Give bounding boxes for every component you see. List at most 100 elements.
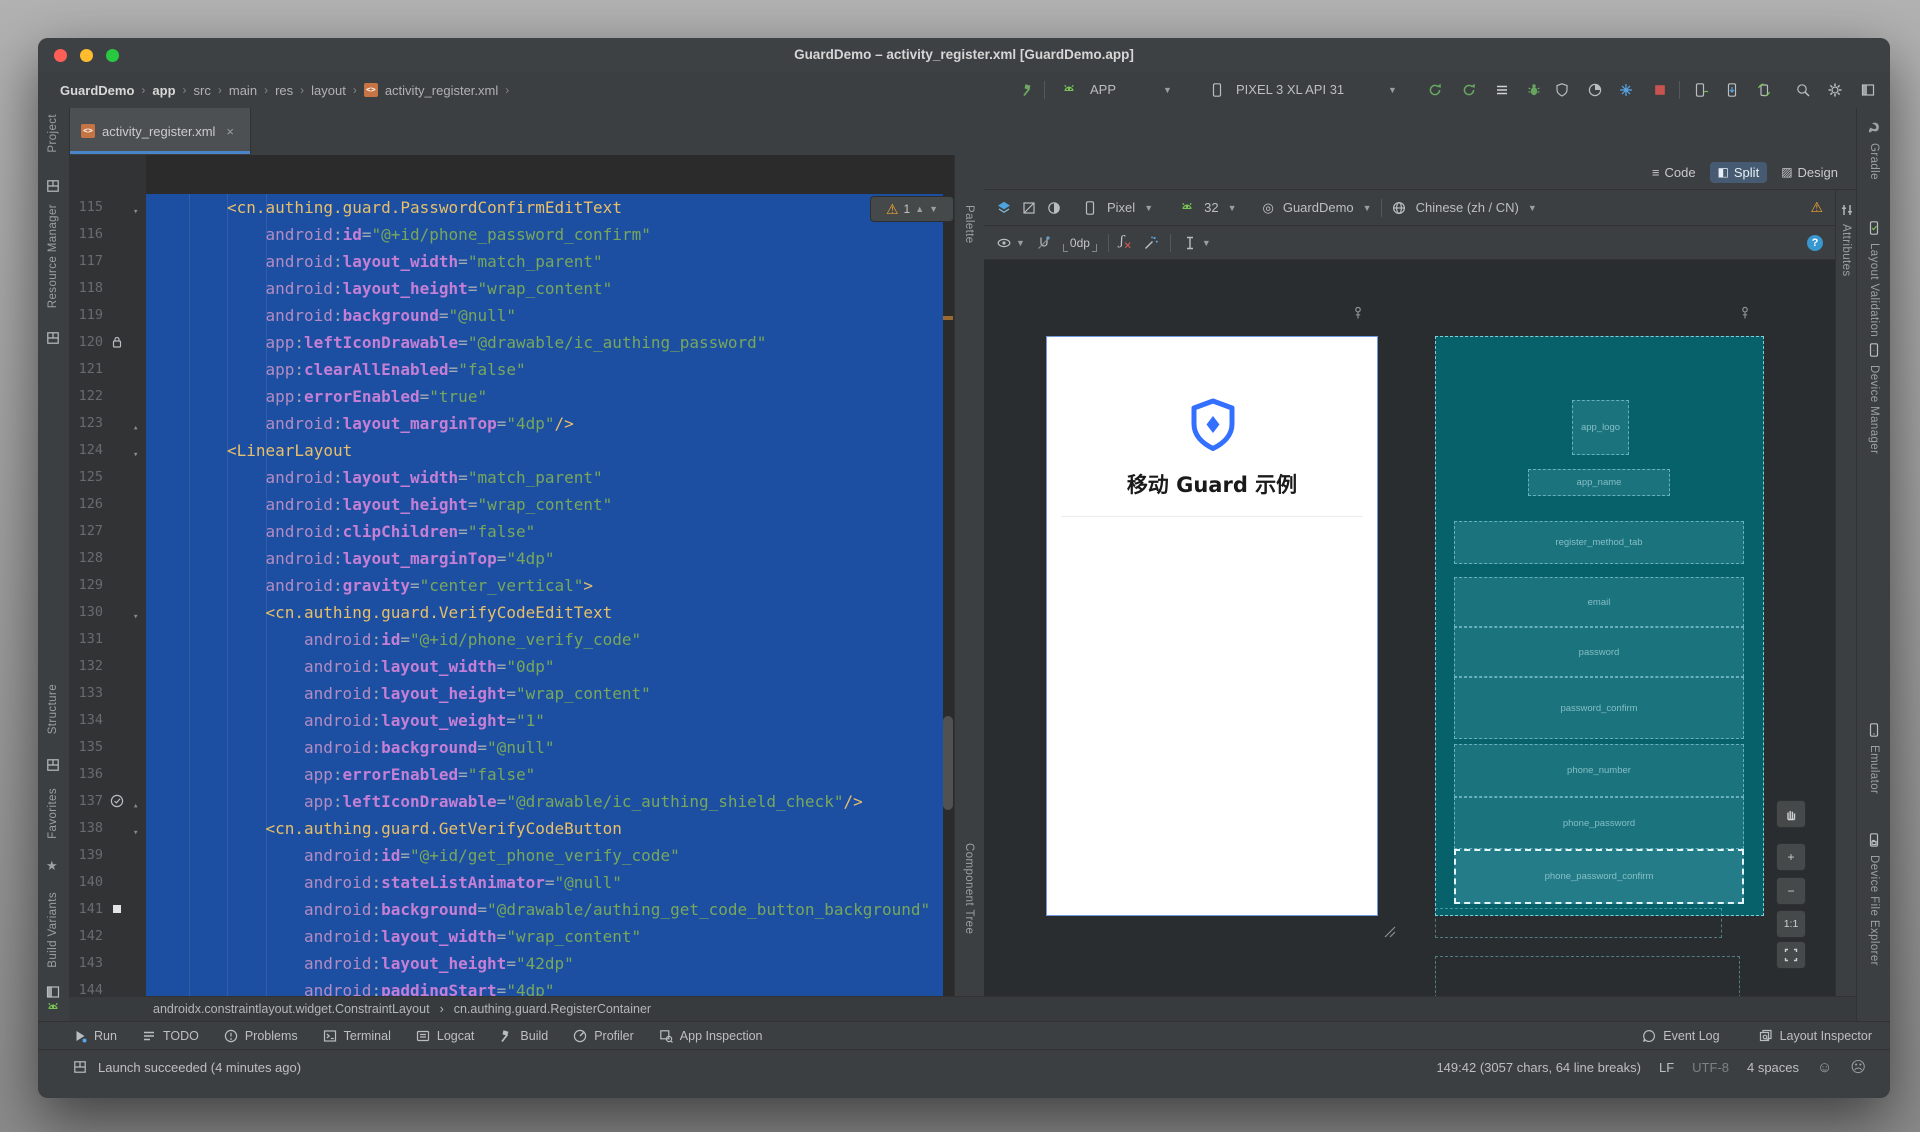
breadcrumb-item[interactable]: cn.authing.guard.RegisterContainer — [454, 1002, 651, 1016]
api-level-selector[interactable]: 32 — [1204, 200, 1218, 215]
line-number[interactable]: 121 — [69, 356, 103, 383]
code-line[interactable]: 131 android:id="@+id/phone_verify_code" — [69, 626, 954, 653]
locale-selector[interactable]: Chinese (zh / CN) — [1416, 200, 1519, 215]
code-editor[interactable]: 115 ▾ <cn.authing.guard.PasswordConfirmEdi… — [69, 155, 954, 996]
tool-window-build[interactable]: Build — [498, 1028, 548, 1044]
tab-design[interactable]: ▨ Design — [1773, 162, 1846, 183]
line-number[interactable]: 137 — [69, 788, 103, 815]
line-number[interactable]: 115 — [69, 194, 103, 221]
workspace-icon[interactable] — [72, 1059, 88, 1075]
device-manager-icon[interactable] — [1690, 80, 1712, 100]
code-line[interactable]: 119 android:background="@null" — [69, 302, 954, 329]
frown-icon[interactable]: ☹ — [1850, 1058, 1866, 1076]
structure-icon[interactable] — [45, 757, 61, 773]
tab-activity-register-xml[interactable]: <> activity_register.xml × — [69, 108, 251, 154]
fit-screen-button[interactable] — [1776, 941, 1806, 969]
line-number[interactable]: 119 — [69, 302, 103, 329]
code-line[interactable]: 116 android:id="@+id/phone_password_confi… — [69, 221, 954, 248]
clear-constraints-icon[interactable]: ʃ× — [1120, 234, 1132, 252]
breadcrumb-item[interactable]: main — [229, 83, 257, 98]
line-number[interactable]: 117 — [69, 248, 103, 275]
zoom-in-button[interactable]: + — [1776, 843, 1806, 871]
tool-window-app-inspection[interactable]: App Inspection — [658, 1028, 763, 1044]
inspection-widget[interactable]: ⚠ 1 ▲ ▼ — [870, 196, 954, 222]
line-number[interactable]: 129 — [69, 572, 103, 599]
sidebar-item-build-variants[interactable]: Build Variants — [47, 892, 59, 968]
blueprint-box-phone_password_confirm[interactable]: phone_password_confirm — [1454, 849, 1744, 904]
sidebar-item-structure[interactable]: Structure — [47, 684, 59, 734]
tab-attributes[interactable]: Attributes — [1840, 224, 1852, 277]
tool-window-profiler[interactable]: Profiler — [572, 1028, 634, 1044]
line-number[interactable]: 140 — [69, 869, 103, 896]
blueprint-box-phone_number[interactable]: phone_number — [1454, 744, 1744, 797]
code-line[interactable]: 118 android:layout_height="wrap_content" — [69, 275, 954, 302]
gradle-icon[interactable] — [1866, 120, 1882, 136]
tab-palette[interactable]: Palette — [963, 205, 975, 244]
breadcrumb-item[interactable]: layout — [311, 83, 346, 98]
line-number[interactable]: 118 — [69, 275, 103, 302]
window-layout-icon[interactable] — [1857, 80, 1879, 100]
indent-setting[interactable]: 4 spaces — [1747, 1060, 1799, 1075]
blueprint-box-phone_password[interactable]: phone_password — [1454, 797, 1744, 849]
wrench-icon[interactable] — [1017, 80, 1039, 100]
tool-window-problems[interactable]: Problems — [223, 1028, 298, 1044]
code-line[interactable]: 134 android:layout_weight="1" — [69, 707, 954, 734]
code-line[interactable]: 126 android:layout_height="wrap_content" — [69, 491, 954, 518]
fold-marker-icon[interactable]: ▴ — [133, 415, 147, 433]
ibeam-icon[interactable] — [1182, 235, 1198, 251]
code-line[interactable]: 137 ▴ app:leftIconDrawable="@drawable/ic_a… — [69, 788, 954, 815]
theme-selector[interactable]: GuardDemo — [1283, 200, 1354, 215]
fold-marker-icon[interactable]: ▾ — [133, 820, 147, 838]
resize-handle-icon[interactable] — [1382, 924, 1398, 940]
search-icon[interactable] — [1792, 80, 1814, 100]
code-line[interactable]: 121 app:clearAllEnabled="false" — [69, 356, 954, 383]
file-encoding[interactable]: UTF-8 — [1692, 1060, 1729, 1075]
emulator-icon[interactable] — [1866, 722, 1882, 738]
blueprint-box-register_method_tab[interactable]: register_method_tab — [1454, 521, 1744, 564]
blueprint-box-password[interactable]: password — [1454, 627, 1744, 677]
titlebar[interactable]: GuardDemo – activity_register.xml [Guard… — [38, 38, 1890, 73]
code-line[interactable]: 122 app:errorEnabled="true" — [69, 383, 954, 410]
code-line[interactable]: 123 ▴ android:layout_marginTop="4dp"/> — [69, 410, 954, 437]
device-selector[interactable]: PIXEL 3 XL API 31 — [1236, 82, 1344, 97]
code-line[interactable]: 139 android:id="@+id/get_phone_verify_cod… — [69, 842, 954, 869]
code-line[interactable]: 142 android:layout_width="wrap_content" — [69, 923, 954, 950]
code-line[interactable]: 128 android:layout_marginTop="4dp" — [69, 545, 954, 572]
breadcrumb-item[interactable]: app — [152, 83, 175, 98]
design-preview-device[interactable]: 移动 Guard 示例 — [1046, 336, 1378, 916]
chevron-down-icon[interactable]: ▼ — [1228, 203, 1237, 213]
line-number[interactable]: 123 — [69, 410, 103, 437]
device-mirror-icon[interactable] — [1721, 80, 1743, 100]
line-number[interactable]: 135 — [69, 734, 103, 761]
code-line[interactable]: 140 android:stateListAnimator="@null" — [69, 869, 954, 896]
line-number[interactable]: 120 — [69, 329, 103, 356]
code-line[interactable]: 130 ▾ <cn.authing.guard.VerifyCodeEditText — [69, 599, 954, 626]
code-line[interactable]: 136 app:errorEnabled="false" — [69, 761, 954, 788]
design-surface[interactable]: 移动 Guard 示例 app_logo app_name register_met… — [984, 260, 1835, 996]
line-number[interactable]: 128 — [69, 545, 103, 572]
line-number[interactable]: 130 — [69, 599, 103, 626]
fold-marker-icon[interactable]: ▾ — [133, 442, 147, 460]
code-line[interactable]: 135 android:background="@null" — [69, 734, 954, 761]
line-number[interactable]: 116 — [69, 221, 103, 248]
layout-validation-icon[interactable] — [1866, 220, 1882, 236]
line-number[interactable]: 124 — [69, 437, 103, 464]
sidebar-item-project[interactable]: Project — [47, 114, 59, 153]
magnet-icon[interactable] — [1036, 235, 1052, 251]
smiley-icon[interactable]: ☺ — [1817, 1059, 1832, 1076]
line-number[interactable]: 143 — [69, 950, 103, 977]
rotate-device-icon[interactable] — [1753, 80, 1775, 100]
chevron-down-icon[interactable]: ▼ — [1163, 85, 1172, 95]
design-device-selector[interactable]: Pixel — [1107, 200, 1135, 215]
tab-code[interactable]: ≡ Code — [1644, 162, 1704, 183]
pan-hand-button[interactable] — [1776, 800, 1806, 828]
help-icon[interactable]: ? — [1807, 234, 1823, 251]
breadcrumb-item[interactable]: res — [275, 83, 293, 98]
device-manager-tab-icon[interactable] — [1866, 342, 1882, 358]
tab-emulator[interactable]: Emulator — [1868, 745, 1880, 794]
wand-icon[interactable] — [1143, 235, 1159, 251]
eye-icon[interactable] — [996, 235, 1012, 251]
next-warning-icon[interactable]: ▼ — [929, 204, 938, 214]
tab-split[interactable]: ◧ Split — [1709, 161, 1768, 183]
breadcrumb-item[interactable]: src — [194, 83, 211, 98]
